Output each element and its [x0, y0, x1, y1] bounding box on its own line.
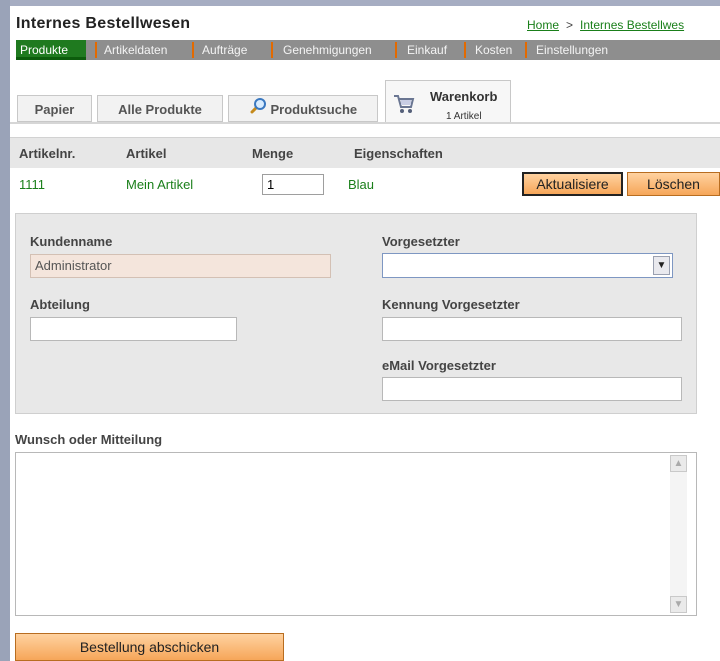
kundenname-field: Administrator: [30, 254, 331, 278]
delete-button[interactable]: Löschen: [627, 172, 720, 196]
tab-papier[interactable]: Papier: [17, 95, 92, 122]
nav-separator: [192, 42, 194, 58]
vorgesetzter-label: Vorgesetzter: [382, 234, 460, 249]
app-title: Internes Bestellwesen: [16, 15, 191, 32]
kennung-field[interactable]: [382, 317, 682, 341]
col-artikel: Artikel: [126, 146, 167, 161]
message-textarea[interactable]: ▲ ▼: [15, 452, 697, 616]
nav-item-artikeldaten[interactable]: Artikeldaten: [104, 40, 167, 60]
shopping-cart-icon: [392, 93, 416, 124]
nav-item-genehmigungen[interactable]: Genehmigungen: [283, 40, 372, 60]
email-field[interactable]: [382, 377, 682, 401]
breadcrumb: Home > Internes Bestellwes: [527, 18, 684, 32]
nav-item-auftraege[interactable]: Aufträge: [202, 40, 247, 60]
col-menge: Menge: [252, 146, 294, 161]
nav-separator: [395, 42, 397, 58]
magnifier-icon: [249, 97, 267, 124]
order-details-panel: Kundenname Administrator Abteilung Vorge…: [15, 213, 697, 414]
breadcrumb-current-link[interactable]: Internes Bestellwes: [580, 18, 684, 32]
warenkorb-count: 1 Artikel: [446, 111, 482, 122]
cart-table-header: Artikelnr. Artikel Menge Eigenschaften: [10, 137, 720, 168]
abteilung-label: Abteilung: [30, 297, 90, 312]
submit-order-button[interactable]: Bestellung abschicken: [15, 633, 284, 661]
col-artikelnr: Artikelnr.: [19, 146, 76, 161]
scroll-down-icon[interactable]: ▼: [670, 596, 687, 613]
cell-eigenschaften: Blau: [348, 177, 375, 192]
main-nav: Produkte Artikeldaten Aufträge Genehmigu…: [16, 40, 720, 60]
breadcrumb-home-link[interactable]: Home: [527, 18, 559, 32]
nav-item-kosten[interactable]: Kosten: [475, 40, 512, 60]
col-eigenschaften: Eigenschaften: [354, 146, 443, 161]
message-label: Wunsch oder Mitteilung: [15, 432, 163, 447]
table-row: 1111 Mein Artikel Blau Aktualisiere Lösc…: [10, 168, 720, 200]
tab-warenkorb[interactable]: Warenkorb 1 Artikel: [385, 80, 511, 123]
kundenname-label: Kundenname: [30, 234, 113, 249]
nav-separator: [95, 42, 97, 58]
nav-separator: [525, 42, 527, 58]
message-scrollbar[interactable]: ▲ ▼: [670, 455, 687, 613]
nav-item-einstellungen[interactable]: Einstellungen: [536, 40, 608, 60]
chevron-down-icon[interactable]: ▼: [653, 256, 670, 275]
tab-produktsuche-label: Produktsuche: [270, 102, 358, 117]
cell-artikelnr: 1111: [19, 177, 46, 192]
email-label: eMail Vorgesetzter: [382, 358, 496, 373]
window-left-border: [0, 0, 10, 661]
tab-divider: [10, 122, 720, 124]
nav-separator: [464, 42, 466, 58]
tab-alle-produkte[interactable]: Alle Produkte: [97, 95, 223, 122]
quantity-input[interactable]: [262, 174, 324, 195]
cell-artikel: Mein Artikel: [126, 177, 194, 192]
scroll-up-icon[interactable]: ▲: [670, 455, 687, 472]
tab-produktsuche[interactable]: Produktsuche: [228, 95, 378, 122]
update-button[interactable]: Aktualisiere: [522, 172, 623, 196]
kennung-label: Kennung Vorgesetzter: [382, 297, 520, 312]
nav-item-einkauf[interactable]: Einkauf: [407, 40, 447, 60]
vorgesetzter-select[interactable]: ▼: [382, 253, 673, 278]
abteilung-field[interactable]: [30, 317, 237, 341]
breadcrumb-separator: >: [566, 18, 574, 32]
window-top-strip: [0, 0, 720, 6]
nav-active-underline: [16, 57, 86, 60]
nav-separator: [271, 42, 273, 58]
